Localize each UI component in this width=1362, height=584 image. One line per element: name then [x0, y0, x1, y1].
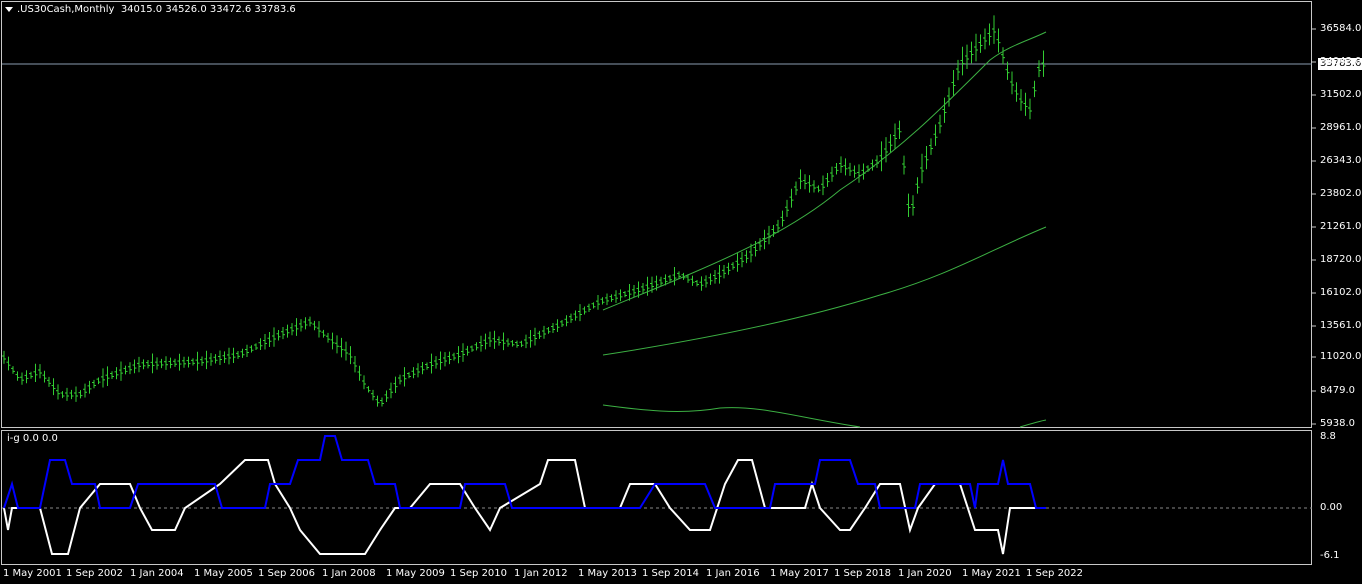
- slow-ma-line: [602, 226, 1047, 356]
- long-ma-line-tail: [1019, 419, 1047, 428]
- chart-canvas[interactable]: [0, 0, 1362, 584]
- fast-ma-line: [602, 31, 1047, 311]
- long-ma-line: [602, 404, 861, 428]
- indicator-blue-line: [3, 435, 1046, 509]
